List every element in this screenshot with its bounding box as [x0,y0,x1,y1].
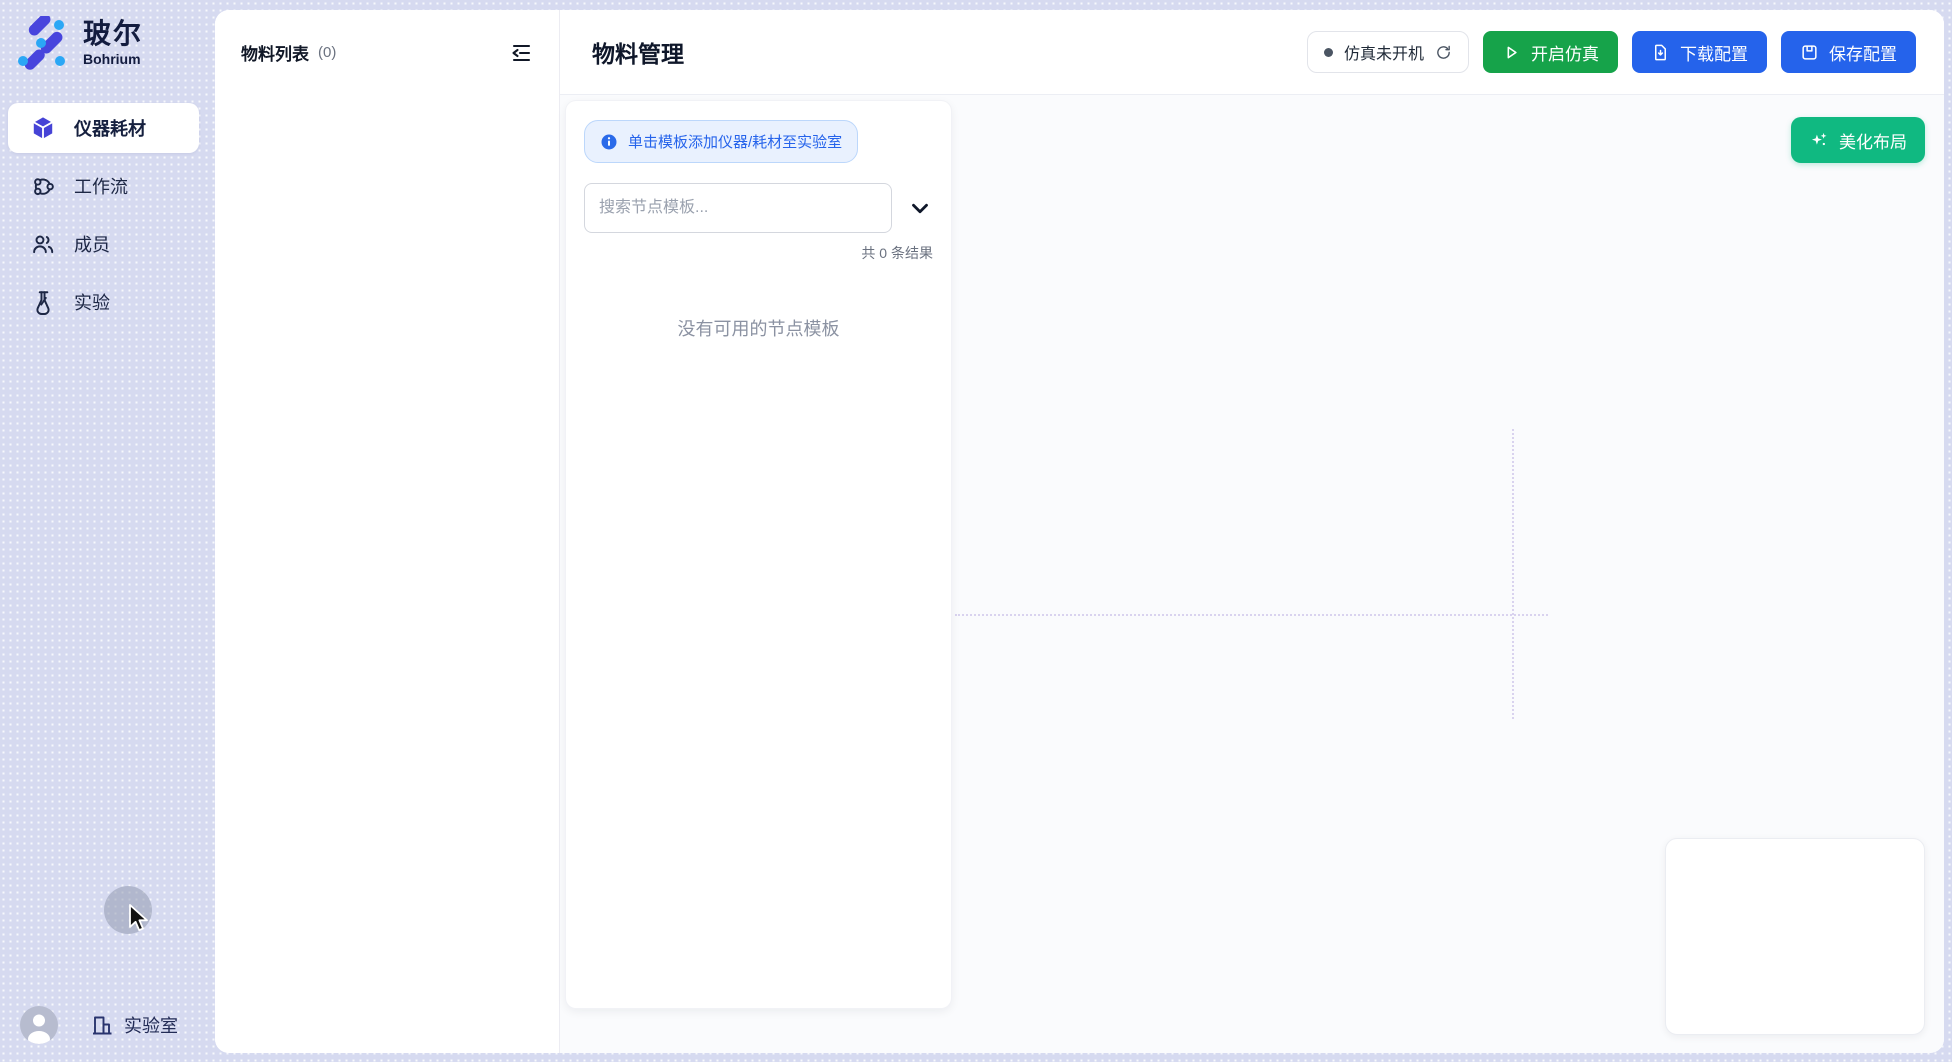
result-count: 共 0 条结果 [584,243,933,263]
brand-logo: 玻尔 Bohrium [15,16,143,70]
search-input[interactable] [584,183,892,233]
simulation-status-pill[interactable]: 仿真未开机 [1307,31,1469,73]
save-icon [1800,43,1819,62]
user-avatar[interactable] [20,1006,58,1044]
canvas-guide-line-vertical [1512,429,1514,719]
brand-name-en: Bohrium [83,51,143,67]
download-config-button[interactable]: 下载配置 [1632,31,1767,73]
sparkles-icon [1809,130,1829,150]
canvas-guide-line-horizontal [955,614,1548,616]
canvas-minimap[interactable] [1665,838,1925,1035]
bohrium-logo-icon [15,16,69,70]
node-template-panel: 单击模板添加仪器/耗材至实验室 共 0 条结果 没有可用的节点模板 [566,101,951,1008]
collapse-panel-icon[interactable] [509,41,533,65]
refresh-icon[interactable] [1435,44,1452,61]
material-list-count: (0) [318,44,336,61]
person-icon [20,1006,58,1044]
building-icon [90,1013,114,1037]
sidebar-item-label: 仪器耗材 [74,115,146,141]
experiment-icon [30,289,56,315]
sidebar-menu: 仪器耗材 工作流 成员 [8,103,199,335]
sidebar-item-instruments[interactable]: 仪器耗材 [8,103,199,153]
file-download-icon [1651,43,1670,62]
info-banner-text: 单击模板添加仪器/耗材至实验室 [628,131,842,152]
sidebar-item-experiment[interactable]: 实验 [8,277,199,327]
empty-template-message: 没有可用的节点模板 [584,315,933,341]
status-label: 仿真未开机 [1344,40,1424,64]
cube-icon [30,115,56,141]
lab-canvas[interactable]: 单击模板添加仪器/耗材至实验室 共 0 条结果 没有可用的节点模板 美化布 [560,95,1944,1053]
workflow-icon [30,173,56,199]
sidebar-item-members[interactable]: 成员 [8,219,199,269]
start-simulation-button[interactable]: 开启仿真 [1483,31,1618,73]
main-column: 物料管理 仿真未开机 开启仿真 [560,10,1944,1053]
sidebar-item-workflow[interactable]: 工作流 [8,161,199,211]
page-title: 物料管理 [592,35,684,69]
members-icon [30,231,56,257]
mouse-cursor [126,903,150,933]
status-dot-icon [1324,48,1333,57]
page-header: 物料管理 仿真未开机 开启仿真 [560,10,1944,95]
play-icon [1502,43,1521,62]
beautify-layout-button[interactable]: 美化布局 [1791,117,1925,163]
sidebar-item-label: 成员 [74,231,110,257]
info-banner: 单击模板添加仪器/耗材至实验室 [584,120,858,163]
lab-link-label: 实验室 [124,1012,178,1038]
sidebar-item-label: 实验 [74,289,110,315]
info-icon [600,133,618,151]
material-list-panel: 物料列表 (0) [215,10,560,1053]
main-card: 物料列表 (0) 物料管理 仿真未开机 [215,10,1944,1053]
save-config-button[interactable]: 保存配置 [1781,31,1916,73]
chevron-down-icon[interactable] [907,195,933,221]
lab-link[interactable]: 实验室 [90,1012,178,1038]
brand-name-zh: 玻尔 [83,19,143,50]
sidebar-item-label: 工作流 [74,173,128,199]
material-list-title: 物料列表 [241,40,309,65]
